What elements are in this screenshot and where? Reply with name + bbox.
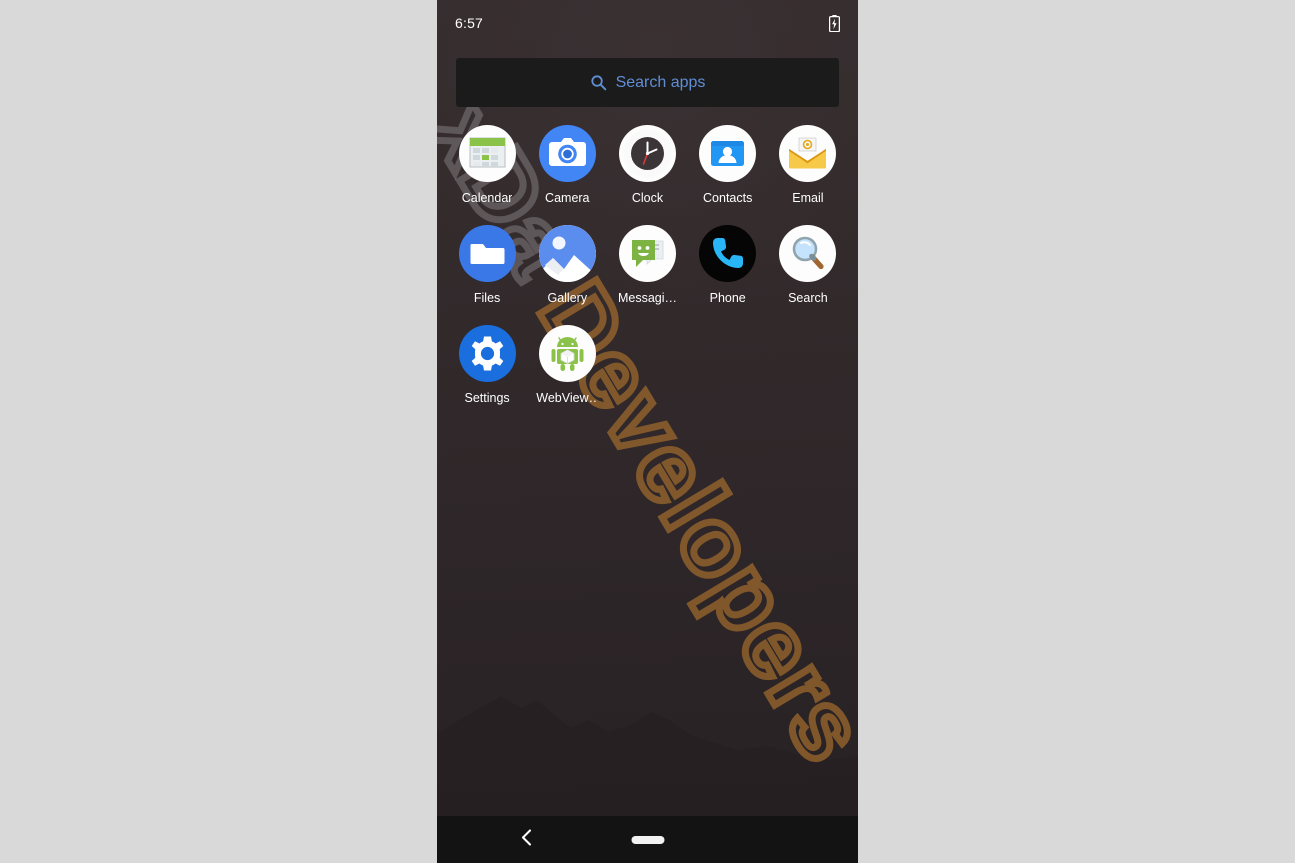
app-phone[interactable]: Phone [688,225,768,305]
app-clock[interactable]: Clock [607,125,687,205]
messaging-icon [618,225,676,282]
screenshot-canvas: xDa Developers 6:57 Search apps Calendar… [0,0,1295,863]
status-icons [829,14,840,32]
app-label: Calendar [461,191,513,205]
battery-charging-icon [829,14,840,32]
app-label: Search [788,291,828,305]
app-email[interactable]: Email [768,125,848,205]
calendar-icon [458,125,516,182]
navigation-bar [437,816,858,863]
back-icon[interactable] [519,827,535,852]
status-bar: 6:57 [437,0,858,46]
phone-icon [699,225,757,282]
app-label: Files [473,291,501,305]
clock-icon [618,125,676,182]
app-calendar[interactable]: Calendar [447,125,527,205]
home-handle[interactable] [631,835,664,844]
phone-screen: xDa Developers 6:57 Search apps Calendar… [437,0,858,863]
app-label: Clock [631,191,664,205]
camera-icon [538,125,596,182]
search-icon [590,75,606,91]
search-app-icon [779,225,837,282]
search-apps-bar[interactable]: Search apps [456,58,839,107]
app-label: Settings [464,391,510,405]
app-gallery[interactable]: Gallery [527,225,607,305]
files-icon [458,225,516,282]
app-label: Camera [545,191,590,205]
search-input[interactable]: Search apps [616,74,706,92]
app-webview[interactable]: WebView… [527,325,607,405]
app-label: Phone [709,291,746,305]
app-label: Contacts [703,191,753,205]
gallery-icon [538,225,596,282]
mountain-silhouette [437,696,858,816]
app-contacts[interactable]: Contacts [688,125,768,205]
status-clock: 6:57 [455,15,484,31]
app-settings[interactable]: Settings [447,325,527,405]
app-label: Gallery [547,291,588,305]
contacts-icon [699,125,757,182]
app-label: WebView… [536,391,599,405]
app-label: Email [792,191,824,205]
email-icon [779,125,837,182]
app-label: Messagi… [617,291,678,305]
app-grid: Calendar Camera Clock Contacts Email Fil… [437,125,858,405]
app-files[interactable]: Files [447,225,527,305]
webview-icon [538,325,596,382]
app-messaging[interactable]: Messagi… [607,225,687,305]
app-camera[interactable]: Camera [527,125,607,205]
app-search[interactable]: Search [768,225,848,305]
settings-icon [458,325,516,382]
